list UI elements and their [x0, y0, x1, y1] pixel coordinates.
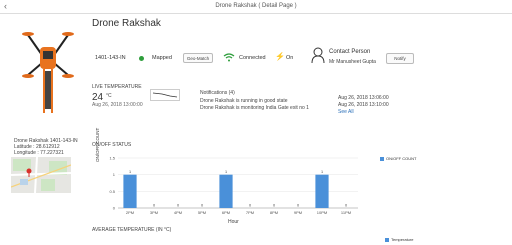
avg-temperature-title: AVERAGE TEMPERATURE (IN °C)	[92, 227, 172, 233]
data-label: 0	[345, 204, 347, 208]
bar	[123, 174, 137, 208]
notification-time: Aug 26, 2018 13:06:00	[338, 95, 389, 101]
y-tick-label: 0	[113, 206, 116, 211]
x-tick-label: 9PM	[294, 210, 302, 215]
map-status: Mapped	[152, 55, 172, 61]
data-label: 1	[225, 170, 227, 174]
x-tick-label: 6PM	[222, 210, 230, 215]
x-tick-label: 11PM	[341, 210, 351, 215]
status-dot-icon	[139, 56, 144, 61]
drone-id: 1401-143-IN	[95, 55, 126, 61]
person-icon	[311, 47, 325, 63]
x-tick-label: 8PM	[270, 210, 278, 215]
page-title: Drone Rakshak ( Detail Page )	[215, 3, 297, 9]
notify-button[interactable]: Notify	[386, 53, 414, 64]
see-all-link[interactable]: See All	[338, 109, 354, 115]
temperature-unit: °C	[106, 93, 112, 99]
bar	[219, 174, 233, 208]
contact-label: Contact Person	[329, 49, 371, 55]
y-tick-label: 1	[113, 172, 116, 177]
x-tick-label: 10PM	[317, 210, 327, 215]
legend-swatch	[380, 157, 384, 161]
notification-text: Drone Rakshak is running in good state	[200, 98, 288, 104]
longitude: Longitude : 77.227321	[14, 150, 64, 156]
power-status: On	[286, 55, 294, 61]
notification-text: Drone Rakshak is monitoring India Gate e…	[200, 105, 309, 111]
y-tick-label: 1.5	[109, 156, 115, 161]
power-icon: ⚡	[275, 52, 285, 61]
data-label: 1	[321, 170, 323, 174]
data-label: 0	[249, 204, 251, 208]
data-label: 0	[297, 204, 299, 208]
contact-name: Mr Manusheet Gupta	[329, 59, 376, 65]
x-tick-label: 7PM	[246, 210, 254, 215]
live-temperature-label: LIVE TEMPERATURE	[92, 84, 142, 90]
notifications-title: Notifications (4)	[200, 90, 235, 96]
top-bar: ‹ Drone Rakshak ( Detail Page )	[0, 0, 512, 14]
data-label: 0	[201, 204, 203, 208]
data-label: 0	[153, 204, 155, 208]
x-tick-label: 3PM	[150, 210, 158, 215]
data-label: 1	[129, 170, 131, 174]
geo-match-button[interactable]: Geo-Match	[183, 53, 213, 63]
temperature-timestamp: Aug 26, 2018 13:00:00	[92, 102, 143, 108]
wifi-status: Connected	[239, 55, 266, 61]
chart-xlabel: Hour	[228, 219, 239, 225]
y-tick-label: 0.5	[109, 189, 115, 194]
chart-ylabel: ON/OFF COUNT	[95, 127, 100, 162]
location-map[interactable]	[11, 157, 71, 193]
x-tick-label: 2PM	[126, 210, 134, 215]
bar	[315, 174, 329, 208]
drone-name: Drone Rakshak	[92, 18, 161, 29]
data-label: 0	[177, 204, 179, 208]
wifi-icon	[223, 53, 235, 62]
avg-legend-label: Temperature	[391, 237, 414, 242]
x-tick-label: 4PM	[174, 210, 182, 215]
drone-image	[22, 32, 74, 113]
legend-swatch	[385, 238, 389, 242]
temperature-sparkline	[150, 89, 180, 101]
notification-time: Aug 26, 2018 13:10:00	[338, 102, 389, 108]
data-label: 0	[273, 204, 275, 208]
x-tick-label: 5PM	[198, 210, 206, 215]
on-off-status-chart: 1.5 1 0.5 0 1 2PM 0 3PM 0 4PM 0 5PM 1 6PM 0 7PM 0 8PM 0 9PM…	[109, 156, 358, 215]
legend-label: ON/OFF COUNT	[386, 156, 417, 161]
